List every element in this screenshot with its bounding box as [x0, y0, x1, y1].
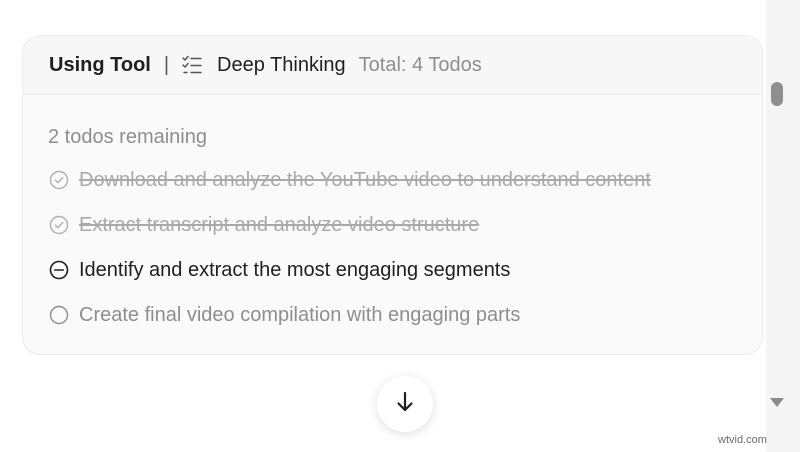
empty-circle-icon — [48, 304, 70, 326]
todo-text: Extract transcript and analyze video str… — [79, 214, 480, 236]
todo-item-pending: Create final video compilation with enga… — [48, 300, 762, 330]
check-circle-icon — [48, 169, 70, 191]
todos-remaining: 2 todos remaining — [48, 126, 207, 148]
watermark: wtvid.com — [718, 434, 767, 446]
card-header: Using Tool | Deep Thinking Total: 4 Todo… — [23, 36, 762, 95]
minus-circle-icon — [48, 259, 70, 281]
header-separator: | — [163, 53, 170, 76]
todo-item-in-progress: Identify and extract the most engaging s… — [48, 255, 762, 285]
scrollbar-thumb[interactable] — [771, 82, 783, 106]
check-circle-icon — [48, 214, 70, 236]
todo-text: Download and analyze the YouTube video t… — [79, 169, 651, 191]
todo-item-completed: Extract transcript and analyze video str… — [48, 210, 762, 240]
checklist-icon — [181, 54, 203, 76]
todo-text: Create final video compilation with enga… — [79, 304, 521, 326]
todo-item-completed: Download and analyze the YouTube video t… — [48, 165, 762, 195]
tool-status-label: Using Tool — [49, 53, 151, 76]
todo-list: 2 todos remaining Download and analyze t… — [23, 95, 762, 330]
tool-name: Deep Thinking — [217, 53, 346, 76]
arrow-down-icon — [392, 389, 418, 420]
vertical-scrollbar[interactable] — [766, 0, 800, 452]
todo-text: Identify and extract the most engaging s… — [79, 259, 511, 281]
tool-todo-card: Using Tool | Deep Thinking Total: 4 Todo… — [22, 35, 763, 355]
scroll-to-bottom-button[interactable] — [377, 376, 433, 432]
todo-total: Total: 4 Todos — [358, 53, 482, 76]
chat-page: Using Tool | Deep Thinking Total: 4 Todo… — [0, 0, 800, 452]
scrollbar-down-arrow-icon[interactable] — [770, 398, 784, 407]
